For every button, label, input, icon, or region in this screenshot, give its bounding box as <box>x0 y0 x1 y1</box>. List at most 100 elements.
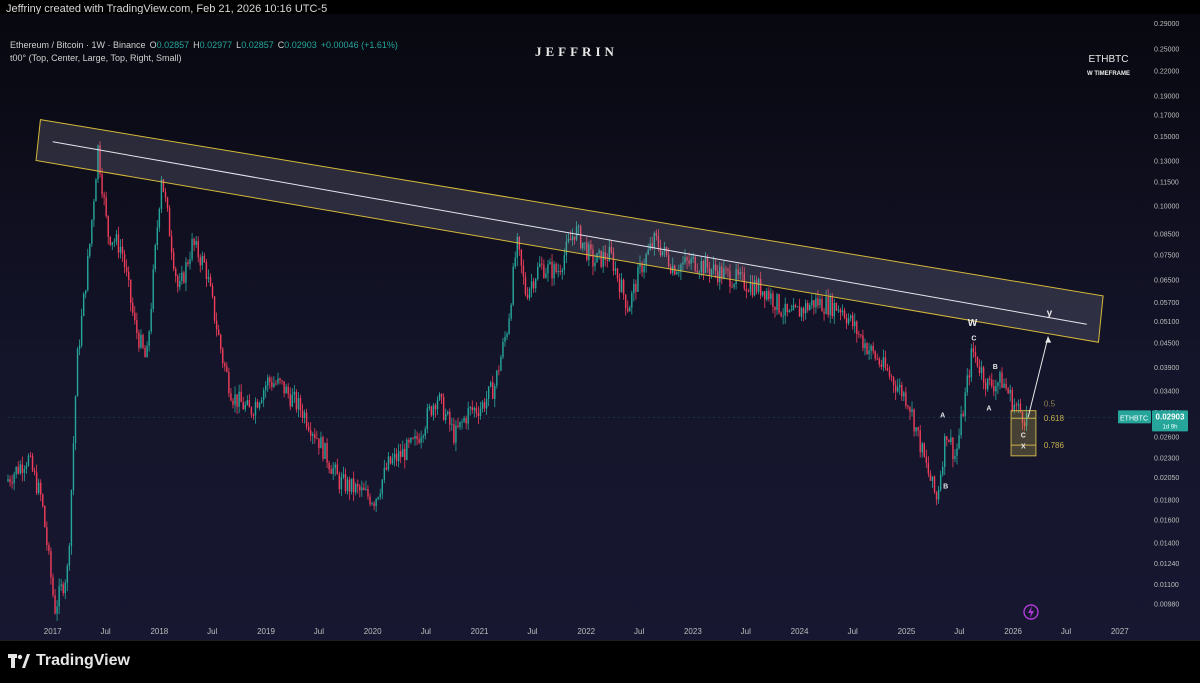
candle-body <box>115 234 118 242</box>
candle-body <box>248 400 251 408</box>
chart-area[interactable]: 2017 Jul 2018 Jul 2019 Jul 2020 Jul 2021 Jul 2022 J… <box>0 14 1200 640</box>
candle-body <box>451 424 453 426</box>
y-tick-label: 0.01600 <box>1154 518 1179 525</box>
candle-body <box>168 208 171 237</box>
x-tick-label: Jul <box>848 627 858 636</box>
candle-body <box>271 381 273 388</box>
candle-body <box>941 466 944 475</box>
candle-body <box>862 335 864 349</box>
candle-body <box>792 305 795 311</box>
candle-body <box>381 479 384 494</box>
price-chart[interactable]: 2017 Jul 2018 Jul 2019 Jul 2020 Jul 2021 Jul 2022 J… <box>0 14 1200 640</box>
x-tick-label: 2023 <box>684 627 702 636</box>
candle-body <box>354 484 357 493</box>
candle-body <box>976 356 979 367</box>
y-tick-label: 0.01100 <box>1154 582 1179 589</box>
candle-body <box>428 406 431 409</box>
candle-body <box>240 391 242 403</box>
candle-body <box>510 304 512 319</box>
candle-body <box>880 364 883 367</box>
candle-body <box>1011 389 1013 411</box>
candle-body <box>896 387 899 392</box>
candle-body <box>786 303 788 313</box>
candle-body <box>913 409 915 432</box>
candle-body <box>209 277 212 286</box>
candle-body <box>399 451 402 457</box>
candle-body <box>894 385 897 392</box>
candle-body <box>496 370 498 386</box>
candle-body <box>606 259 608 262</box>
candle-body <box>809 305 811 311</box>
candle-body <box>461 421 463 423</box>
fib-level-label: 0.618 <box>1044 414 1065 423</box>
candle-body <box>277 378 279 384</box>
candle-body <box>751 282 754 296</box>
candle-body <box>731 286 733 288</box>
candle-body <box>256 401 259 408</box>
candle-body <box>430 406 433 416</box>
candle-body <box>357 484 359 487</box>
candle-body <box>62 584 64 594</box>
y-tick-label: 0.02300 <box>1154 455 1179 462</box>
candle-body <box>185 262 187 283</box>
candle-body <box>532 281 535 289</box>
candle-body <box>733 284 735 288</box>
high-value: 0.02977 <box>199 39 233 50</box>
candle-body <box>340 477 343 490</box>
candle-body <box>825 297 827 314</box>
candle-body <box>334 464 336 469</box>
candle-body <box>289 393 291 407</box>
candle-body <box>111 242 114 245</box>
candle-body <box>76 349 79 397</box>
candle-body <box>25 465 28 470</box>
candle-body <box>927 462 930 474</box>
candle-body <box>33 470 36 473</box>
candle-body <box>58 586 60 607</box>
candle-body <box>109 236 111 245</box>
candle-body <box>307 426 310 431</box>
candle-body <box>246 400 249 405</box>
candle-body <box>410 437 412 443</box>
candle-body <box>138 332 140 348</box>
candle-body <box>948 439 950 443</box>
candle-body <box>530 281 533 289</box>
tradingview-logo[interactable]: TradingView <box>8 652 130 670</box>
candle-body <box>643 265 645 273</box>
candle-body <box>444 413 447 420</box>
candle-body <box>964 392 966 417</box>
candle-body <box>23 469 26 473</box>
candle-body <box>205 262 208 279</box>
candle-body <box>970 348 973 378</box>
candle-body <box>318 438 320 449</box>
wave-label: B <box>943 483 948 490</box>
candle-body <box>52 577 54 596</box>
candle-body <box>78 345 81 350</box>
candle-body <box>1013 404 1015 411</box>
candle-body <box>156 227 159 246</box>
candle-body <box>74 396 77 444</box>
candle-body <box>37 482 40 494</box>
candle-body <box>328 462 330 470</box>
candle-body <box>103 194 105 198</box>
candle-body <box>224 363 226 367</box>
candle-body <box>537 266 539 280</box>
candle-body <box>193 238 195 245</box>
candle-body <box>835 302 838 311</box>
candle-body <box>937 489 940 500</box>
candle-body <box>526 294 529 299</box>
candle-body <box>269 377 271 382</box>
candle-body <box>559 270 561 273</box>
candle-body <box>152 269 154 309</box>
wave-label: C <box>1021 433 1026 440</box>
candle-body <box>907 405 909 408</box>
candle-body <box>479 408 482 416</box>
candle-body <box>796 306 799 308</box>
candle-body <box>15 466 17 475</box>
candle-body <box>434 405 437 410</box>
candle-body <box>72 443 75 491</box>
candle-body <box>44 505 46 528</box>
candle-body <box>856 321 858 335</box>
candle-body <box>17 466 19 474</box>
candle-body <box>19 464 21 474</box>
indicator-row[interactable]: t00° (Top, Center, Large, Top, Right, Sm… <box>10 51 402 64</box>
